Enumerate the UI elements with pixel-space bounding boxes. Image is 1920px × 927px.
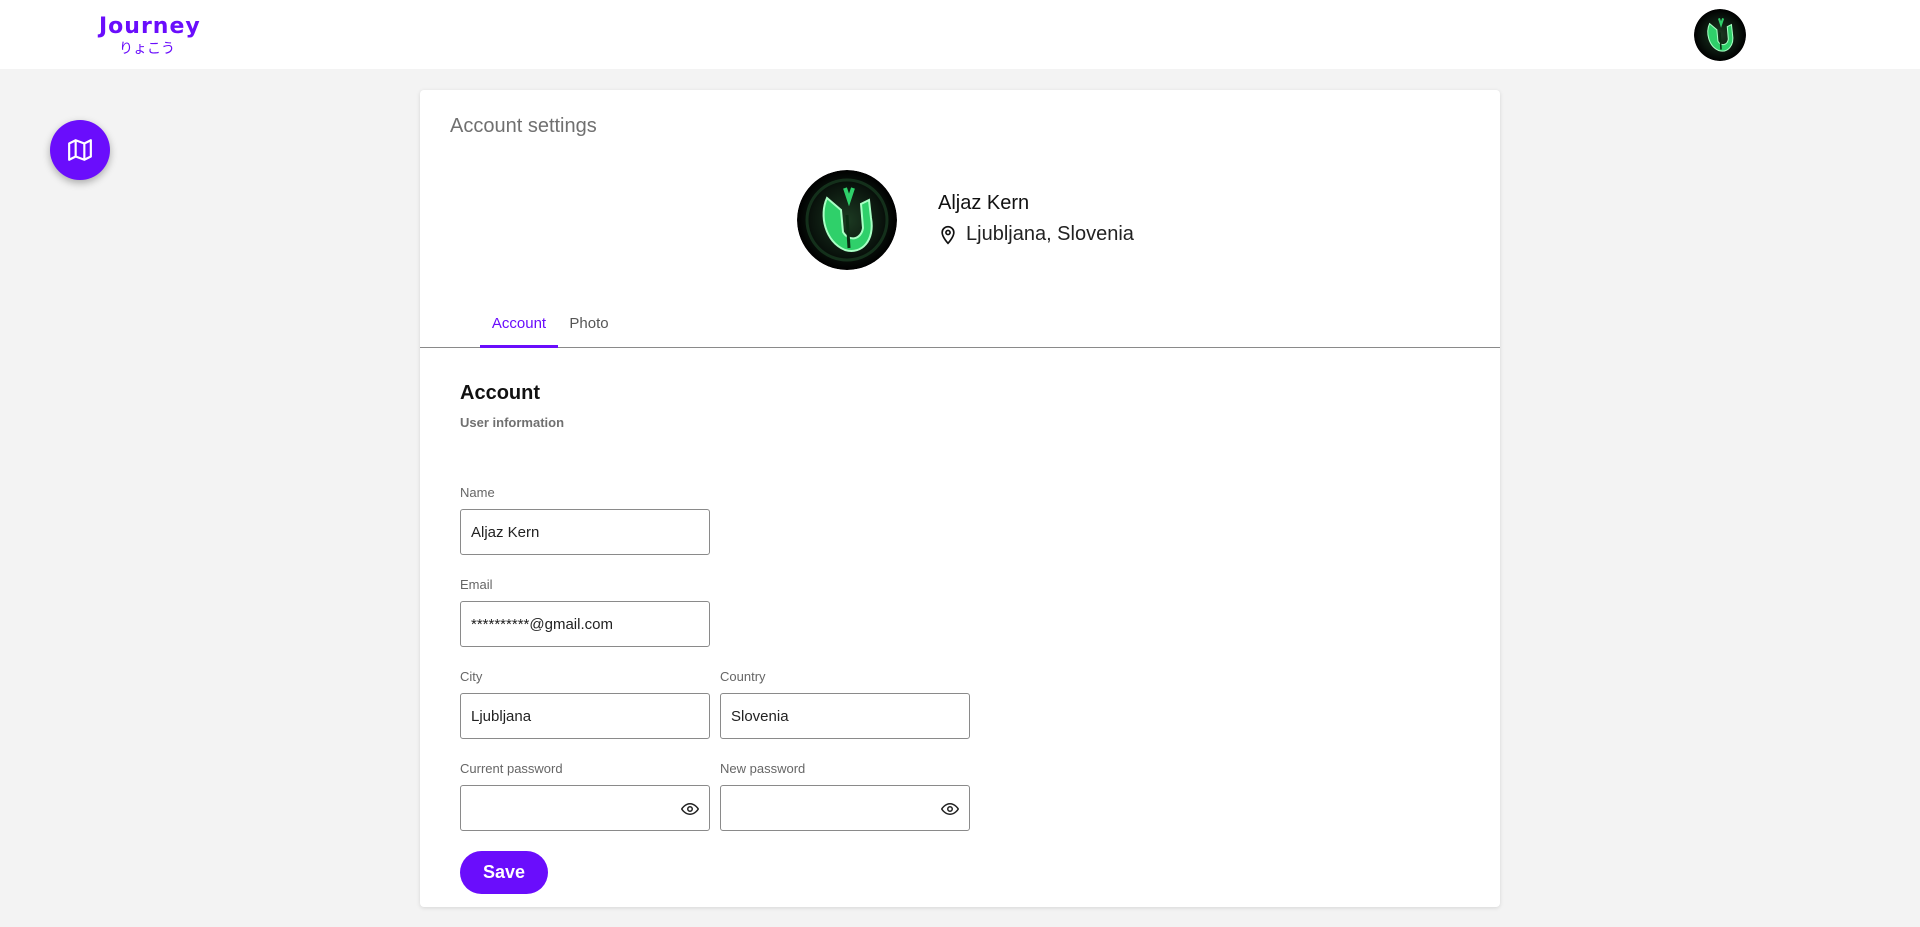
tab-photo[interactable]: Photo — [558, 314, 620, 347]
top-bar: Journey りょこう — [0, 0, 1920, 69]
map-button[interactable] — [50, 120, 110, 180]
save-button[interactable]: Save — [460, 851, 548, 894]
name-input[interactable] — [471, 523, 699, 541]
city-input[interactable] — [471, 707, 699, 725]
country-field[interactable] — [720, 693, 970, 739]
profile-location-text: Ljubljana, Slovenia — [966, 223, 1134, 245]
map-icon — [68, 139, 92, 161]
app-logo[interactable]: Journey りょこう — [99, 14, 201, 58]
section-subtitle: User information — [460, 415, 565, 430]
profile-location: Ljubljana, Slovenia — [938, 223, 1134, 246]
profile-name: Aljaz Kern — [938, 192, 1030, 214]
email-label: Email — [460, 577, 493, 592]
logo-subtitle: りょこう — [119, 41, 175, 57]
current-password-field[interactable] — [460, 785, 710, 831]
user-avatar[interactable] — [1694, 9, 1746, 61]
current-password-input[interactable] — [471, 799, 699, 817]
map-pin-icon — [941, 225, 955, 245]
email-field[interactable] — [460, 601, 710, 647]
eye-icon[interactable] — [681, 800, 699, 818]
page-title: Account settings — [450, 115, 597, 137]
city-label: City — [460, 669, 483, 684]
profile-avatar — [797, 170, 897, 270]
new-password-field[interactable] — [720, 785, 970, 831]
country-input[interactable] — [731, 707, 959, 725]
name-field[interactable] — [460, 509, 710, 555]
account-settings-card: Account settings Aljaz Kern Ljubljana, S… — [420, 90, 1500, 907]
avatar-image-icon — [1694, 9, 1746, 61]
logo-title: Journey — [99, 14, 201, 39]
current-password-label: Current password — [460, 761, 563, 776]
new-password-label: New password — [720, 761, 806, 776]
country-label: Country — [720, 669, 766, 684]
name-label: Name — [460, 485, 495, 500]
city-field[interactable] — [460, 693, 710, 739]
new-password-input[interactable] — [731, 799, 959, 817]
tab-account[interactable]: Account — [480, 314, 558, 348]
eye-icon[interactable] — [941, 800, 959, 818]
settings-tabs: Account Photo — [420, 314, 1500, 348]
email-input[interactable] — [471, 615, 699, 633]
section-title: Account — [460, 382, 540, 404]
avatar-image-icon — [797, 170, 897, 270]
